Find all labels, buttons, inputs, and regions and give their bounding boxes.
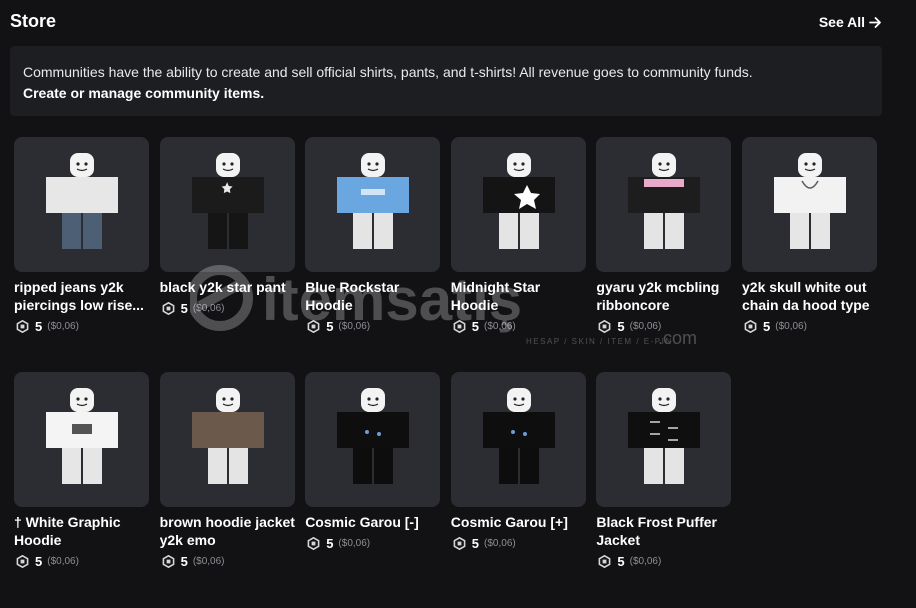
item-usd-price: ($0,06) — [338, 537, 371, 549]
item-price-row: 5 ($0,06) — [16, 318, 79, 334]
store-item-card[interactable]: Blue Rockstar Hoodie 5 ($0,06) — [305, 137, 441, 337]
item-usd-price: ($0,06) — [629, 320, 662, 332]
item-thumbnail[interactable] — [450, 137, 586, 272]
item-name[interactable]: Cosmic Garou [-] — [305, 513, 441, 531]
item-price: 5 — [617, 553, 625, 569]
item-usd-price: ($0,06) — [47, 320, 79, 332]
store-item-card[interactable]: ripped jeans y2k piercings low rise... 5… — [14, 137, 150, 337]
item-price: 5 — [617, 318, 625, 334]
item-thumbnail[interactable] — [742, 137, 877, 272]
robux-icon — [453, 319, 466, 333]
item-name[interactable]: Black Frost Puffer Jacket — [596, 513, 732, 549]
item-price: 5 — [35, 553, 43, 569]
item-usd-price: ($0,06) — [629, 555, 662, 567]
store-item-card[interactable]: black y2k star pant 5 ($0,06) — [159, 137, 296, 337]
item-price-row: 5 ($0,06) — [307, 318, 370, 334]
item-name[interactable]: Midnight Star Hoodie — [451, 278, 587, 314]
item-price-row: 5 ($0,06) — [307, 535, 370, 551]
community-info-banner: Communities have the ability to create a… — [10, 46, 882, 116]
create-manage-items-link[interactable]: Create or manage community items. — [23, 83, 870, 104]
item-name[interactable]: gyaru y2k mcbling ribboncore — [596, 278, 732, 314]
item-price: 5 — [326, 535, 334, 551]
item-usd-price: ($0,06) — [775, 320, 807, 332]
item-price: 5 — [180, 553, 188, 569]
item-price-row: 5 ($0,06) — [16, 553, 79, 569]
item-price: 5 — [35, 318, 43, 334]
item-name[interactable]: y2k skull white out chain da hood type — [742, 278, 878, 314]
item-thumbnail[interactable] — [159, 372, 295, 507]
item-usd-price: ($0,06) — [338, 320, 371, 332]
robux-icon — [16, 554, 29, 568]
item-price: 5 — [763, 318, 771, 334]
item-price-row: 5 ($0,06) — [744, 318, 807, 334]
item-name[interactable]: ripped jeans y2k piercings low rise... — [14, 278, 150, 314]
item-thumbnail[interactable] — [305, 137, 441, 272]
item-price-row: 5 ($0,06) — [453, 318, 516, 334]
item-thumbnail[interactable] — [450, 372, 586, 507]
robux-icon — [598, 554, 611, 568]
robux-icon — [744, 319, 757, 333]
item-thumbnail[interactable] — [596, 372, 732, 507]
item-usd-price: ($0,06) — [484, 320, 516, 332]
store-item-card[interactable]: y2k skull white out chain da hood type 5… — [742, 137, 878, 337]
robux-icon — [307, 319, 320, 333]
item-usd-price: ($0,06) — [47, 555, 79, 567]
store-header: Store See All — [10, 10, 882, 34]
see-all-label: See All — [818, 14, 865, 30]
store-item-card[interactable]: Cosmic Garou [-] 5 ($0,06) — [305, 372, 441, 572]
store-item-grid: ripped jeans y2k piercings low rise... 5… — [14, 137, 884, 577]
item-price-row: 5 ($0,06) — [162, 300, 225, 316]
item-name[interactable]: black y2k star pant — [160, 278, 296, 296]
see-all-link[interactable]: See All — [819, 12, 882, 32]
store-item-card[interactable]: Black Frost Puffer Jacket 5 ($0,06) — [596, 372, 732, 572]
item-price: 5 — [471, 318, 480, 334]
store-item-card[interactable]: Midnight Star Hoodie 5 ($0,06) — [450, 137, 587, 337]
item-price-row: 5 ($0,06) — [162, 553, 225, 569]
robux-icon — [16, 319, 29, 333]
robux-icon — [598, 319, 611, 333]
arrow-right-icon — [869, 16, 881, 28]
info-text: Communities have the ability to create a… — [23, 64, 753, 80]
item-name[interactable]: † White Graphic Hoodie — [14, 513, 150, 549]
item-usd-price: ($0,06) — [192, 555, 225, 567]
item-thumbnail[interactable] — [14, 137, 149, 272]
item-name[interactable]: brown hoodie jacket y2k emo — [160, 513, 296, 549]
item-usd-price: ($0,06) — [484, 537, 516, 549]
item-thumbnail[interactable] — [159, 137, 295, 272]
store-item-card[interactable]: brown hoodie jacket y2k emo 5 ($0,06) — [159, 372, 296, 572]
robux-icon — [162, 301, 174, 315]
item-price: 5 — [326, 318, 334, 334]
item-price-row: 5 ($0,06) — [598, 318, 661, 334]
item-thumbnail[interactable] — [305, 372, 441, 507]
robux-icon — [162, 554, 174, 568]
item-price: 5 — [471, 535, 480, 551]
store-item-card[interactable]: Cosmic Garou [+] 5 ($0,06) — [450, 372, 587, 572]
item-name[interactable]: Cosmic Garou [+] — [451, 513, 587, 531]
store-item-card[interactable]: gyaru y2k mcbling ribboncore 5 ($0,06) — [596, 137, 732, 337]
item-price-row: 5 ($0,06) — [598, 553, 661, 569]
item-thumbnail[interactable] — [14, 372, 149, 507]
item-price-row: 5 ($0,06) — [453, 535, 516, 551]
store-title: Store — [10, 11, 57, 31]
item-usd-price: ($0,06) — [192, 302, 225, 314]
store-item-card[interactable]: † White Graphic Hoodie 5 ($0,06) — [14, 372, 150, 572]
item-name[interactable]: Blue Rockstar Hoodie — [305, 278, 441, 314]
item-price: 5 — [180, 300, 188, 316]
item-thumbnail[interactable] — [596, 137, 732, 272]
robux-icon — [453, 536, 466, 550]
robux-icon — [307, 536, 320, 550]
